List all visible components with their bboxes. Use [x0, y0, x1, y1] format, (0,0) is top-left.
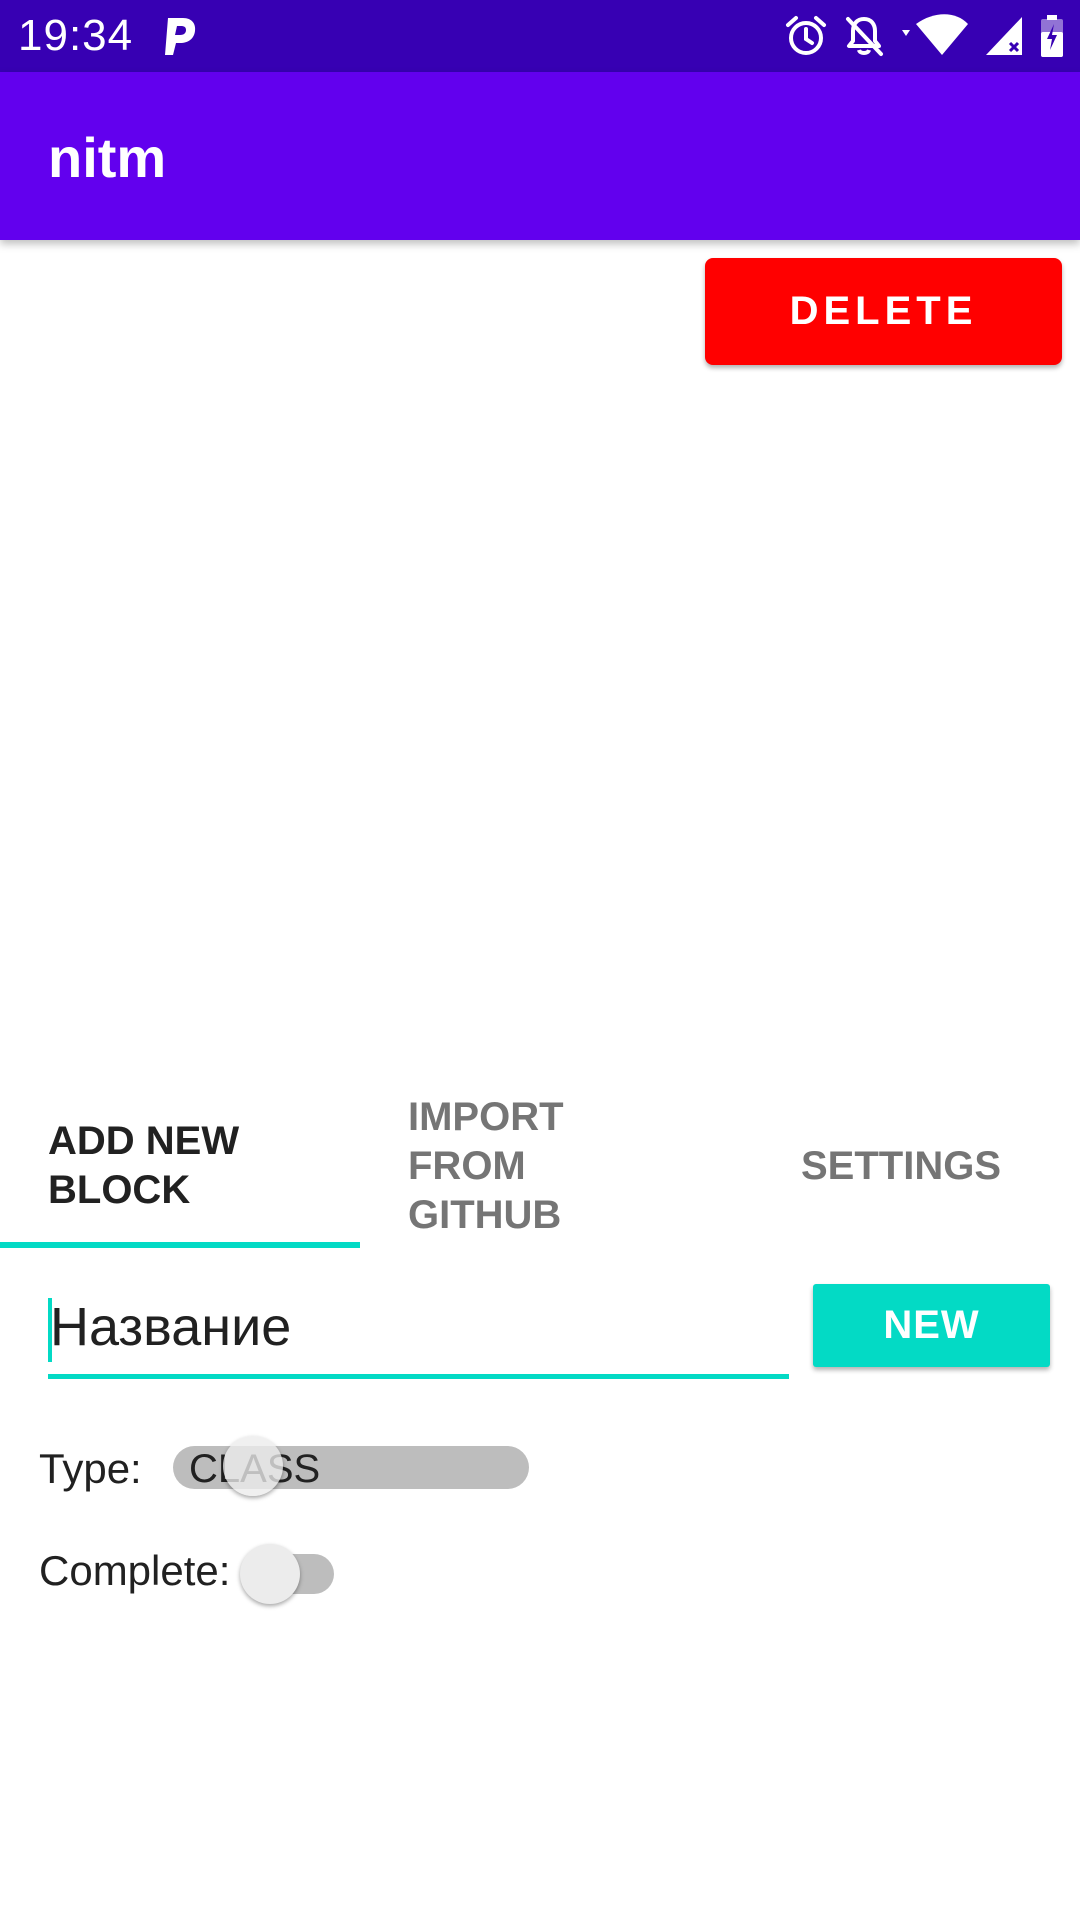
screen: 19:34 nitm DELETE ADD NEW BLOCK IMPORT F… [0, 0, 1080, 1920]
tab-indicator [0, 1242, 360, 1248]
complete-switch-thumb [240, 1544, 300, 1604]
tab-label: IMPORT FROM GITHUB [408, 1094, 564, 1237]
tab-add-new-block[interactable]: ADD NEW BLOCK [0, 1085, 360, 1247]
complete-switch[interactable] [240, 1544, 336, 1604]
type-switch-thumb [223, 1436, 283, 1496]
tab-settings[interactable]: SETTINGS [720, 1085, 1080, 1247]
status-time: 19:34 [18, 11, 134, 60]
alarm-icon [786, 16, 826, 55]
tab-import-from-github[interactable]: IMPORT FROM GITHUB [360, 1085, 720, 1247]
status-bar: 19:34 [0, 0, 1080, 72]
name-input-value: Название [50, 1297, 292, 1357]
type-label: Type: [39, 1445, 142, 1492]
complete-label: Complete: [39, 1547, 231, 1594]
status-icons [784, 12, 1066, 60]
battery-charging-icon [1041, 15, 1063, 57]
tab-bar: ADD NEW BLOCK IMPORT FROM GITHUB SETTING… [0, 1085, 1080, 1247]
app-title: nitm [48, 126, 167, 189]
parking-p-icon [165, 18, 196, 55]
tab-label: ADD NEW BLOCK [48, 1119, 240, 1212]
name-input[interactable]: Название [48, 1280, 789, 1379]
signal-icon [986, 17, 1022, 55]
type-switch[interactable]: CLASS [173, 1436, 529, 1496]
tab-label: SETTINGS [801, 1143, 1002, 1188]
app-bar: nitm [0, 72, 1080, 240]
wifi-icon [902, 14, 968, 55]
notifications-off-icon [846, 17, 883, 56]
delete-button[interactable]: DELETE [705, 258, 1062, 365]
new-button[interactable]: NEW [813, 1284, 1050, 1367]
